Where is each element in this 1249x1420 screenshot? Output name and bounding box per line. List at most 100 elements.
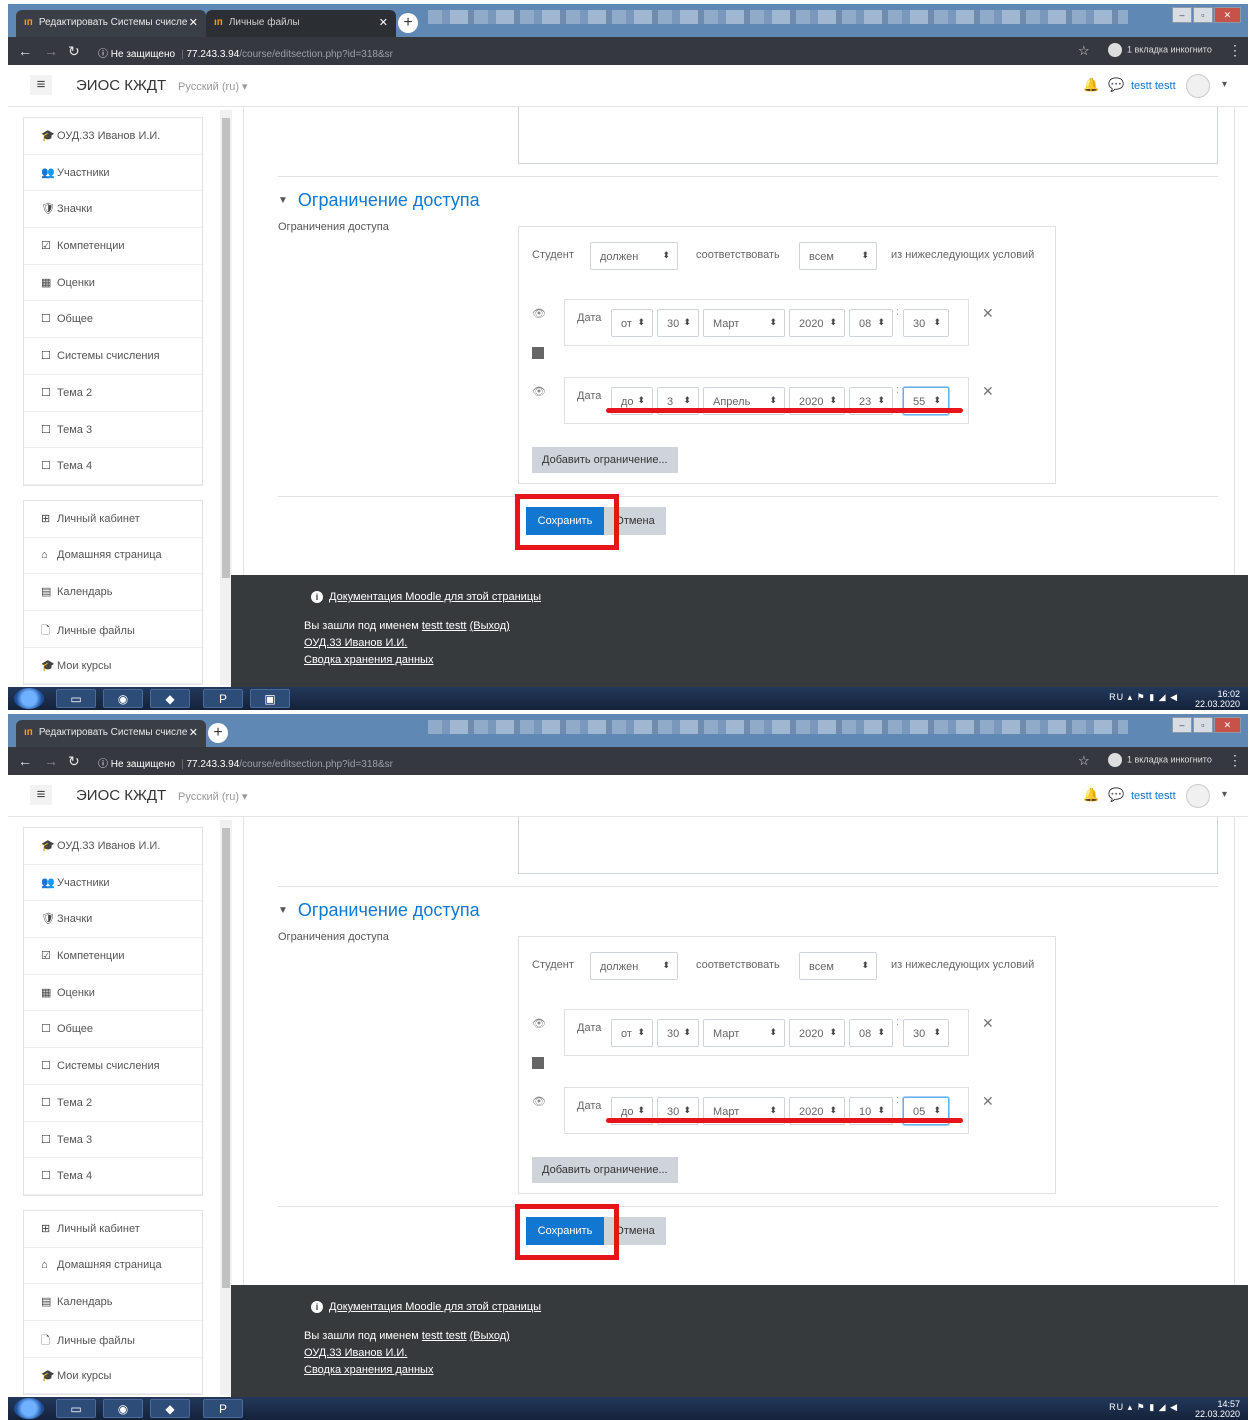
avatar[interactable]	[1186, 74, 1210, 98]
sidebar-item[interactable]: 🎓 ОУД.33 Иванов И.И.	[24, 828, 202, 865]
sidebar-item[interactable]: 👥 Участники	[24, 155, 202, 192]
sidebar-item[interactable]: ☐ Общее	[24, 1011, 202, 1049]
and-operator-icon[interactable]	[532, 347, 544, 359]
data-retention-link[interactable]: Сводка хранения данных	[304, 654, 433, 666]
back-arrow-icon[interactable]: ←	[18, 43, 32, 59]
must-select[interactable]: должен ⬍	[590, 952, 678, 980]
reload-icon[interactable]: ↻	[68, 753, 80, 770]
sidebar-item[interactable]: ☐ Тема 3	[24, 1122, 202, 1159]
sidebar-item[interactable]: 🎓 Мои курсы	[24, 648, 202, 685]
scrollbar-thumb[interactable]	[222, 828, 230, 1288]
language-selector[interactable]: Русский (ru) ▾	[178, 80, 248, 93]
new-tab-button[interactable]: +	[208, 723, 228, 743]
and-operator-icon[interactable]	[532, 1057, 544, 1069]
description-textarea[interactable]	[518, 817, 1218, 874]
eye-icon[interactable]: 👁	[532, 1095, 546, 1108]
sidebar-item[interactable]: 🗋 Личные файлы	[24, 611, 202, 648]
sidebar-item[interactable]: ▤ Календарь	[24, 574, 202, 611]
close-tab-icon[interactable]: ✕	[189, 726, 198, 739]
incognito-indicator[interactable]: 1 вкладка инкогнито	[1108, 43, 1212, 57]
sidebar-item[interactable]: ☐ Тема 2	[24, 375, 202, 412]
direction-select[interactable]: от ⬍	[611, 1019, 653, 1047]
tab-edit-section[interactable]: ıп Редактировать Системы счисле ✕	[16, 10, 206, 37]
maximize-button[interactable]: ▫	[1192, 7, 1213, 23]
site-brand[interactable]: ЭИОС КЖДТ	[76, 787, 166, 804]
maximize-button[interactable]: ▫	[1192, 717, 1213, 733]
sidebar-item[interactable]: ☐ Тема 4	[24, 448, 202, 485]
chevron-down-icon[interactable]: ▾	[1222, 79, 1227, 90]
sidebar-item[interactable]: ☑ Компетенции	[24, 938, 202, 975]
explorer-icon[interactable]: ▭	[56, 1399, 96, 1418]
tab-edit-section[interactable]: ıп Редактировать Системы счисле ✕	[16, 720, 206, 747]
notifications-bell-icon[interactable]: 🔔	[1083, 787, 1099, 803]
bookmark-star-icon[interactable]: ☆	[1078, 43, 1090, 59]
month-select[interactable]: Март ⬍	[703, 1019, 785, 1047]
media-icon[interactable]: ◆	[150, 1399, 190, 1418]
sidebar-item[interactable]: 🛡 Значки	[24, 901, 202, 939]
language-selector[interactable]: Русский (ru) ▾	[178, 790, 248, 803]
keyboard-language[interactable]: RU	[1109, 692, 1124, 702]
sidebar-item[interactable]: 🛡 Значки	[24, 191, 202, 229]
logout-link[interactable]: (Выход)	[470, 620, 510, 632]
course-link[interactable]: ОУД.33 Иванов И.И.	[304, 1347, 407, 1359]
delete-condition-icon[interactable]: ✕	[982, 383, 994, 400]
description-textarea[interactable]	[518, 107, 1218, 164]
sidebar-item[interactable]: ▤ Календарь	[24, 1284, 202, 1321]
sidebar-item[interactable]: 🗋 Личные файлы	[24, 1321, 202, 1358]
hamburger-menu-icon[interactable]: ≡	[30, 785, 52, 805]
incognito-indicator[interactable]: 1 вкладка инкогнито	[1108, 753, 1212, 767]
direction-select[interactable]: от ⬍	[611, 309, 653, 337]
browser-menu-icon[interactable]: ⋮	[1228, 42, 1242, 59]
user-name[interactable]: testt testt	[1131, 80, 1176, 92]
close-tab-icon[interactable]: ✕	[379, 16, 388, 29]
sidebar-item[interactable]: ▦ Оценки	[24, 975, 202, 1012]
collapse-triangle-icon[interactable]: ▼	[278, 905, 288, 916]
sidebar-item[interactable]: ☐ Тема 4	[24, 1158, 202, 1195]
site-brand[interactable]: ЭИОС КЖДТ	[76, 77, 166, 94]
window-app-icon[interactable]: ▣	[250, 689, 290, 708]
forward-arrow-icon[interactable]: →	[44, 753, 58, 769]
hamburger-menu-icon[interactable]: ≡	[30, 75, 52, 95]
add-restriction-button[interactable]: Добавить ограничение...	[532, 1157, 678, 1183]
sidebar-item[interactable]: ⌂ Домашняя страница	[24, 538, 202, 575]
close-window-button[interactable]: ✕	[1213, 717, 1241, 733]
powerpoint-icon[interactable]: P	[203, 689, 243, 708]
chrome-icon[interactable]: ◉	[103, 689, 143, 708]
sidebar-item[interactable]: ☐ Общее	[24, 301, 202, 339]
sidebar-item[interactable]: ⌂ Домашняя страница	[24, 1248, 202, 1285]
scrollbar-thumb[interactable]	[222, 118, 230, 578]
must-select[interactable]: должен ⬍	[590, 242, 678, 270]
course-link[interactable]: ОУД.33 Иванов И.И.	[304, 637, 407, 649]
messages-chat-icon[interactable]: 💬	[1108, 787, 1124, 803]
collapse-triangle-icon[interactable]: ▼	[278, 195, 288, 206]
delete-condition-icon[interactable]: ✕	[982, 1015, 994, 1032]
powerpoint-icon[interactable]: P	[203, 1399, 243, 1418]
user-name[interactable]: testt testt	[1131, 790, 1176, 802]
close-window-button[interactable]: ✕	[1213, 7, 1241, 23]
eye-icon[interactable]: 👁	[532, 1017, 546, 1030]
notifications-bell-icon[interactable]: 🔔	[1083, 77, 1099, 93]
year-select[interactable]: 2020 ⬍	[789, 309, 845, 337]
tab-private-files[interactable]: ıп Личные файлы ✕	[206, 10, 396, 37]
day-select[interactable]: 30 ⬍	[657, 309, 699, 337]
delete-condition-icon[interactable]: ✕	[982, 305, 994, 322]
sidebar-item[interactable]: ☐ Системы счисления	[24, 338, 202, 375]
hour-select[interactable]: 08 ⬍	[849, 1019, 893, 1047]
clock[interactable]: 16:02 22.03.2020	[1195, 689, 1240, 709]
messages-chat-icon[interactable]: 💬	[1108, 77, 1124, 93]
avatar[interactable]	[1186, 784, 1210, 808]
add-restriction-button[interactable]: Добавить ограничение...	[532, 447, 678, 473]
reload-icon[interactable]: ↻	[68, 43, 80, 60]
eye-icon[interactable]: 👁	[532, 385, 546, 398]
close-tab-icon[interactable]: ✕	[189, 16, 198, 29]
windows-start-icon[interactable]	[14, 688, 44, 709]
minute-select[interactable]: 30 ⬍	[903, 1019, 949, 1047]
moodle-docs-link[interactable]: i Документация Moodle для этой страницы	[311, 591, 541, 603]
section-header-restrict-access[interactable]: ▼ Ограничение доступа	[278, 900, 480, 921]
user-profile-link[interactable]: testt testt	[422, 620, 467, 632]
year-select[interactable]: 2020 ⬍	[789, 1019, 845, 1047]
data-retention-link[interactable]: Сводка хранения данных	[304, 1364, 433, 1376]
minimize-button[interactable]: –	[1172, 717, 1192, 733]
sidebar-item[interactable]: ☐ Системы счисления	[24, 1048, 202, 1085]
all-any-select[interactable]: всем ⬍	[799, 242, 877, 270]
